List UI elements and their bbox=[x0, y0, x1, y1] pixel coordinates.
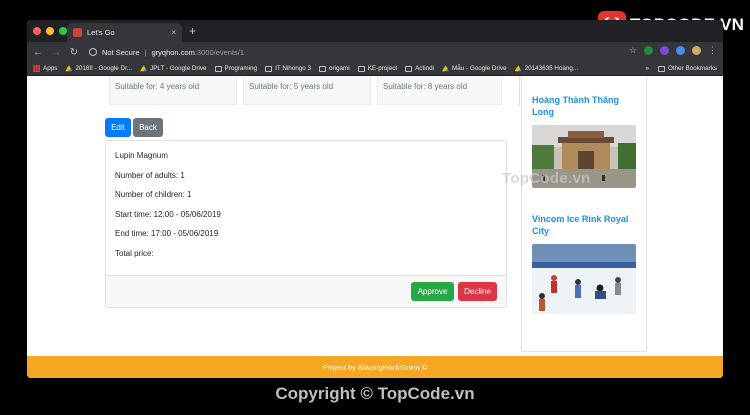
other-bookmarks-label: Other Bookmarks bbox=[668, 65, 717, 72]
place-title-link[interactable]: Vincom Ice Rink Royal City bbox=[532, 213, 640, 237]
places-sidebar: Hoàng Thành Thăng Long Vincom Ice Rink R… bbox=[519, 76, 647, 352]
bookmark-label: Mẫu - Google Drive bbox=[452, 65, 507, 72]
start-time: Start time: 12:00 - 05/06/2019 bbox=[115, 209, 221, 219]
extension-icon[interactable] bbox=[676, 46, 685, 55]
bookmark-label: Actindi bbox=[415, 65, 435, 72]
bookmark-label: origami bbox=[329, 65, 350, 72]
bookmark-item[interactable]: Programing bbox=[214, 65, 258, 72]
menu-icon[interactable]: ⋮ bbox=[708, 46, 717, 55]
back-arrow-icon[interactable]: ← bbox=[33, 47, 43, 58]
avatar[interactable] bbox=[692, 46, 701, 55]
close-window-button[interactable] bbox=[33, 27, 41, 35]
security-label: Not Secure bbox=[102, 47, 140, 57]
suitable-card: Suitable for: 4 years old bbox=[109, 76, 237, 105]
folder-icon bbox=[357, 65, 365, 72]
bookmark-item[interactable]: 20143635 Hoàng... bbox=[514, 65, 579, 72]
watermark: TopCode.vn bbox=[502, 170, 591, 187]
bookmark-label: Apps bbox=[43, 65, 58, 72]
favicon-icon bbox=[73, 28, 82, 37]
folder-icon bbox=[405, 65, 413, 72]
suitable-text: Suitable for: 4 years old bbox=[115, 82, 200, 91]
children-count: Number of children: 1 bbox=[115, 190, 192, 199]
maximize-window-button[interactable] bbox=[59, 27, 67, 35]
bookmark-label: 2018II - Google Dr... bbox=[75, 65, 133, 72]
browser-tab[interactable]: Let's Go × bbox=[67, 23, 182, 42]
drive-icon bbox=[442, 65, 450, 72]
page-footer: Project by BlazingRockStorm © bbox=[27, 356, 723, 378]
bookmark-item[interactable]: origami bbox=[319, 65, 350, 72]
bookmarks-bar: Apps 2018II - Google Dr... JPLT - Google… bbox=[27, 62, 723, 76]
close-tab-icon[interactable]: × bbox=[171, 28, 176, 37]
adults-count: Number of adults: 1 bbox=[115, 170, 185, 180]
new-tab-button[interactable]: + bbox=[189, 24, 196, 38]
event-detail-footer: Approve Decline bbox=[106, 275, 506, 307]
browser-window: Let's Go × + ← → ↻ Not Secure | gryqhon.… bbox=[27, 20, 723, 378]
decline-button[interactable]: Decline bbox=[458, 282, 497, 301]
suitable-card: Suitable for: 5 years old bbox=[243, 76, 371, 105]
bookmark-item[interactable]: IT Nihongo 3 bbox=[265, 65, 311, 72]
bookmark-star-icon[interactable]: ☆ bbox=[629, 46, 637, 55]
bookmark-item[interactable]: Mẫu - Google Drive bbox=[442, 65, 507, 72]
other-bookmarks[interactable]: Other Bookmarks bbox=[658, 65, 717, 72]
drive-icon bbox=[140, 65, 148, 72]
extension-icon[interactable] bbox=[644, 46, 653, 55]
bookmarks-overflow: » Other Bookmarks bbox=[645, 65, 717, 72]
footer-text: Project by BlazingRockStorm © bbox=[322, 362, 428, 372]
bookmark-item[interactable]: KE-project bbox=[357, 65, 398, 72]
event-detail-card: Lupin Magnum Number of adults: 1 Number … bbox=[105, 140, 507, 308]
bookmark-label: JPLT - Google Drive bbox=[150, 65, 207, 72]
bookmark-label: 20143635 Hoàng... bbox=[524, 65, 579, 72]
suitable-text: Suitable for: 8 years old bbox=[383, 82, 468, 91]
bookmark-item[interactable]: JPLT - Google Drive bbox=[140, 65, 207, 72]
suitable-card: Suitable for: 8 years old bbox=[377, 76, 502, 105]
minimize-window-button[interactable] bbox=[46, 27, 54, 35]
url-separator: | bbox=[144, 47, 147, 57]
window-controls bbox=[33, 27, 67, 35]
bookmark-label: Programing bbox=[224, 65, 258, 72]
bookmark-apps[interactable]: Apps bbox=[33, 65, 57, 72]
extension-icon[interactable] bbox=[660, 46, 669, 55]
folder-icon bbox=[214, 65, 222, 72]
page-content: Suitable for: 4 years old Suitable for: … bbox=[27, 76, 723, 378]
folder-icon bbox=[658, 65, 665, 72]
folder-icon bbox=[319, 65, 327, 72]
drive-icon bbox=[65, 65, 73, 72]
ice-rink-image bbox=[532, 244, 636, 314]
back-button[interactable]: Back bbox=[133, 118, 163, 137]
url-path: :3000/events/1 bbox=[194, 47, 245, 57]
tab-title: Let's Go bbox=[87, 28, 115, 37]
reload-icon[interactable]: ↻ bbox=[69, 47, 79, 58]
place-image-ice-rink[interactable] bbox=[532, 244, 636, 314]
url-host: gryqhon.com bbox=[151, 47, 195, 57]
suitable-text: Suitable for: 5 years old bbox=[249, 82, 334, 91]
edit-button[interactable]: Edit bbox=[105, 118, 131, 137]
info-icon[interactable] bbox=[89, 48, 97, 56]
event-name: Lupin Magnum bbox=[115, 151, 168, 160]
approve-button[interactable]: Approve bbox=[411, 282, 454, 301]
apps-grid-icon bbox=[33, 65, 40, 72]
bookmark-item[interactable]: Actindi bbox=[405, 65, 434, 72]
forward-arrow-icon[interactable]: → bbox=[51, 47, 61, 58]
browser-toolbar: ← → ↻ Not Secure | gryqhon.com :3000/eve… bbox=[27, 42, 723, 62]
bookmark-label: KE-project bbox=[367, 65, 398, 72]
more-bookmarks-button[interactable]: » bbox=[645, 65, 649, 72]
bookmark-item[interactable]: 2018II - Google Dr... bbox=[65, 65, 132, 72]
folder-icon bbox=[265, 65, 273, 72]
end-time: End time: 17:00 - 05/06/2019 bbox=[115, 229, 219, 238]
event-detail-body: Lupin Magnum Number of adults: 1 Number … bbox=[106, 141, 506, 268]
drive-icon bbox=[514, 65, 522, 72]
toolbar-actions: ☆ ⋮ bbox=[629, 46, 717, 55]
tab-bar: Let's Go × + bbox=[27, 20, 723, 42]
bookmark-label: IT Nihongo 3 bbox=[275, 65, 312, 72]
total-price: Total price: bbox=[115, 248, 154, 258]
divider bbox=[519, 76, 520, 106]
place-title-link[interactable]: Hoàng Thành Thăng Long bbox=[532, 94, 640, 118]
copyright-text: Copyright © TopCode.vn bbox=[275, 384, 475, 403]
address-bar[interactable]: Not Secure | gryqhon.com :3000/events/1 bbox=[89, 48, 244, 57]
